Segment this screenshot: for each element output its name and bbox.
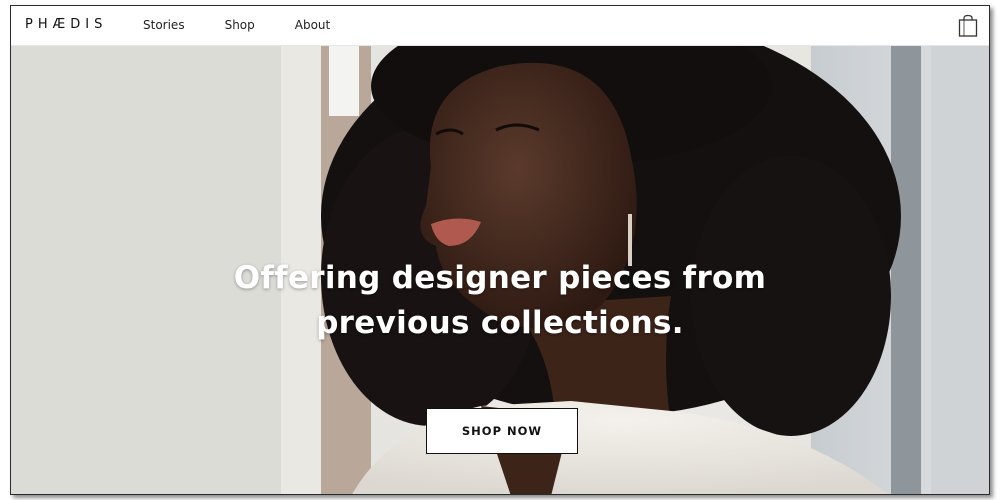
nav-item-shop[interactable]: Shop — [225, 18, 255, 32]
main-nav: Stories Shop About — [143, 18, 370, 32]
site-logo[interactable]: PHÆDIS — [25, 17, 107, 32]
hero-headline: Offering designer pieces from previous c… — [11, 256, 989, 346]
shopping-bag-icon[interactable] — [957, 14, 979, 38]
hero-headline-line1: Offering designer pieces from — [233, 260, 767, 296]
shop-now-button[interactable]: SHOP NOW — [426, 408, 578, 454]
nav-item-stories[interactable]: Stories — [143, 18, 185, 32]
browser-frame: PHÆDIS Stories Shop About Offering desig… — [10, 5, 990, 495]
site-header: PHÆDIS Stories Shop About — [11, 6, 989, 46]
hero-section: Offering designer pieces from previous c… — [11, 46, 989, 494]
hero-headline-line2: previous collections. — [316, 305, 684, 341]
nav-item-about[interactable]: About — [295, 18, 330, 32]
